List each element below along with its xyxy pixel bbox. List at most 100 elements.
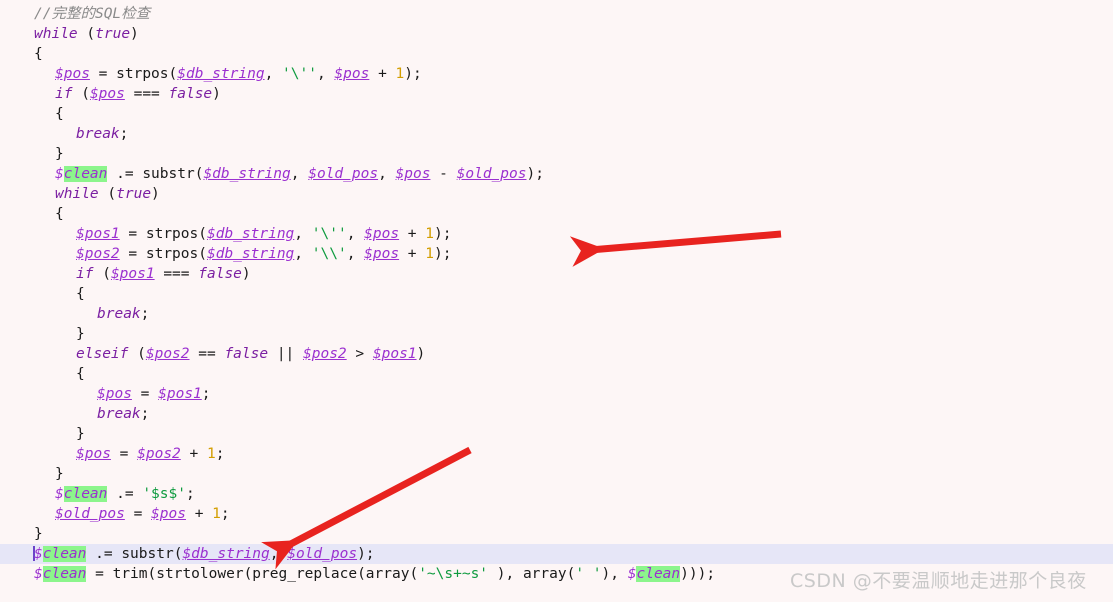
code-punctuation: ); [434,226,452,242]
code-variable: $ [55,166,64,182]
code-punctuation: = [119,246,146,262]
code-line[interactable]: } [0,424,1113,444]
code-line[interactable]: } [0,524,1113,544]
code-line[interactable]: { [0,44,1113,64]
code-punctuation: , [269,546,288,562]
code-identifier: trim [112,566,148,582]
code-punctuation: + [369,66,396,82]
code-editor[interactable]: //完整的SQL检查 while (true){$pos = strpos($db… [0,0,1113,602]
code-variable: $pos1 [158,386,202,402]
code-variable: $pos [334,66,370,82]
code-line[interactable]: { [0,204,1113,224]
code-line[interactable]: $pos1 = strpos($db_string, '\'', $pos + … [0,224,1113,244]
code-line[interactable]: $pos = $pos1; [0,384,1113,404]
code-punctuation: , [294,246,312,262]
code-variable: $pos2 [145,346,190,362]
code-string: '\'' [282,66,317,82]
code-punctuation: { [55,206,64,222]
search-match-highlight: clean [636,566,681,582]
code-line[interactable]: break; [0,304,1113,324]
code-keyword: if [76,266,94,282]
code-punctuation: } [34,526,43,542]
code-line[interactable]: $clean .= '$s$'; [0,484,1113,504]
code-punctuation: > [346,346,373,362]
code-number: 1 [395,66,405,82]
code-line[interactable]: $pos = strpos($db_string, '\'', $pos + 1… [0,64,1113,84]
code-punctuation: .= [107,486,143,502]
code-punctuation: } [76,326,85,342]
code-variable: $ [34,546,43,562]
code-variable: $db_string [203,166,291,182]
search-match-highlight: clean [63,166,108,182]
code-variable: $old_pos [456,166,527,182]
code-punctuation: ))); [680,566,716,582]
code-punctuation: .= [86,546,122,562]
code-line[interactable]: elseif ($pos2 == false || $pos2 > $pos1) [0,344,1113,364]
code-line[interactable]: { [0,364,1113,384]
code-line[interactable]: $pos2 = strpos($db_string, '\\', $pos + … [0,244,1113,264]
code-punctuation: ( [98,186,117,202]
code-string: '$s$' [142,486,186,502]
code-punctuation: = [124,506,152,522]
code-punctuation: .= [107,166,143,182]
code-variable: $old_pos [287,546,358,562]
code-line[interactable]: } [0,464,1113,484]
code-keyword: break [76,126,120,142]
code-line[interactable]: { [0,104,1113,124]
code-variable: $old_pos [55,506,125,522]
code-listing[interactable]: //完整的SQL检查 while (true){$pos = strpos($db… [0,0,1113,584]
code-line[interactable]: $clean .= substr($db_string, $old_pos, $… [0,164,1113,184]
code-punctuation: ); [434,246,452,262]
code-punctuation: ; [201,386,211,402]
code-punctuation: ( [198,226,207,242]
code-punctuation: , [290,166,309,182]
code-line[interactable]: //完整的SQL检查 [0,4,1113,24]
code-line[interactable]: $old_pos = $pos + 1; [0,504,1113,524]
code-punctuation: ); [357,546,375,562]
code-line[interactable]: } [0,144,1113,164]
code-punctuation: ( [357,566,366,582]
code-keyword: break [97,306,141,322]
code-punctuation: ) [241,266,251,282]
code-line[interactable]: } [0,324,1113,344]
code-punctuation: + [185,506,213,522]
code-variable: $db_string [177,66,265,82]
code-line[interactable]: if ($pos1 === false) [0,264,1113,284]
code-punctuation: ( [168,66,178,82]
code-line[interactable]: break; [0,124,1113,144]
code-line[interactable]: $pos = $pos2 + 1; [0,444,1113,464]
code-identifier: substr [121,546,174,562]
code-punctuation: === [124,86,169,102]
code-punctuation: ) [416,346,426,362]
code-line[interactable]: while (true) [0,24,1113,44]
code-punctuation: ( [147,566,157,582]
code-punctuation: , [378,166,396,182]
code-line-current[interactable]: $clean .= substr($db_string, $old_pos); [0,544,1113,564]
code-identifier: strpos [145,226,199,242]
code-punctuation: ; [215,446,225,462]
code-keyword: elseif [76,346,129,362]
code-punctuation: ( [409,566,419,582]
code-variable: $db_string [206,226,295,242]
code-punctuation: { [76,286,85,302]
code-identifier: substr [142,166,195,182]
code-variable: $pos1 [110,266,155,282]
code-punctuation: ); [404,66,422,82]
code-line[interactable]: break; [0,404,1113,424]
code-function: array [522,566,567,582]
code-punctuation: ); [526,166,544,182]
code-keyword: true [116,186,152,202]
code-function: array [365,566,410,582]
code-line[interactable]: { [0,284,1113,304]
code-line[interactable]: if ($pos === false) [0,84,1113,104]
code-keyword: break [97,406,141,422]
code-variable: $pos [97,386,132,402]
code-punctuation: = [86,566,113,582]
code-punctuation: { [76,366,85,382]
search-match-highlight: clean [42,566,87,582]
code-line[interactable]: $clean = trim(strtolower(preg_replace(ar… [0,564,1113,584]
code-identifier: strpos [145,246,199,262]
code-line[interactable]: while (true) [0,184,1113,204]
code-comment: //完整的SQL检查 [34,6,151,22]
code-keyword: while [34,26,78,42]
